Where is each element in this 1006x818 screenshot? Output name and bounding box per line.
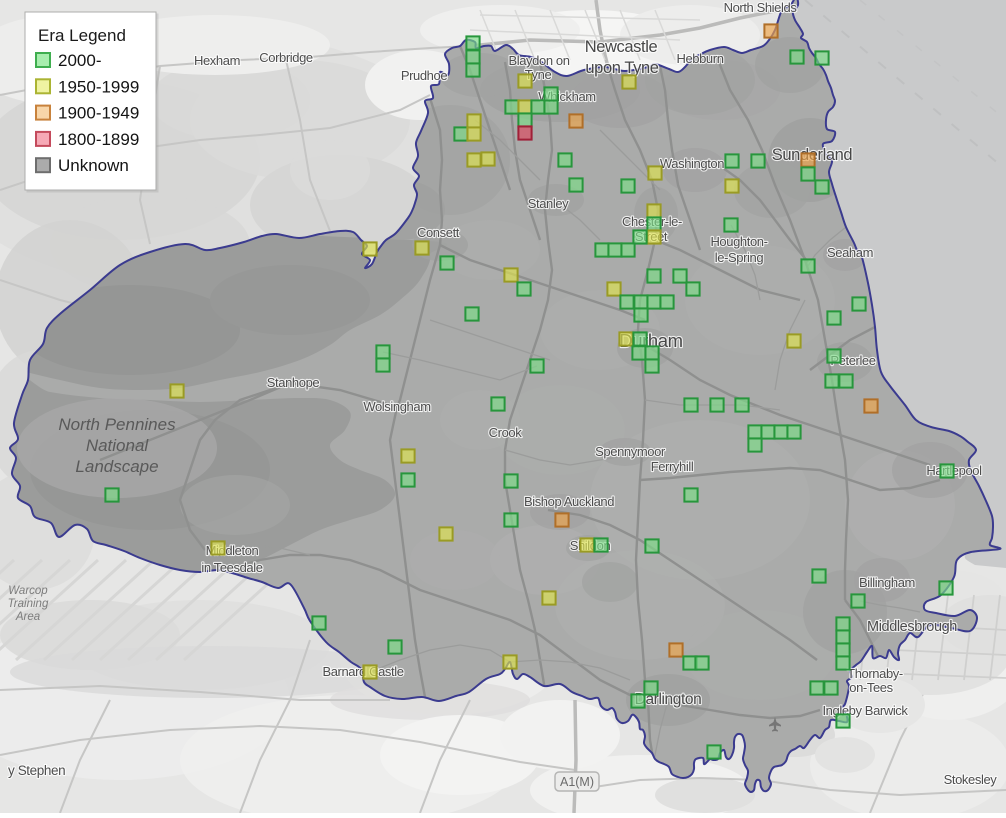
svg-text:y Stephen: y Stephen bbox=[8, 763, 65, 778]
svg-text:on-Tees: on-Tees bbox=[849, 680, 893, 695]
svg-text:le-Spring: le-Spring bbox=[715, 250, 764, 265]
svg-text:Unknown: Unknown bbox=[58, 156, 129, 175]
svg-text:Era Legend: Era Legend bbox=[38, 26, 126, 45]
svg-text:A1(M): A1(M) bbox=[560, 775, 594, 789]
svg-text:Area: Area bbox=[15, 611, 40, 623]
svg-text:Stanley: Stanley bbox=[528, 196, 569, 211]
svg-text:Spennymoor: Spennymoor bbox=[595, 444, 666, 459]
svg-text:Stanhope: Stanhope bbox=[267, 375, 320, 390]
svg-text:North Pennines: North Pennines bbox=[58, 415, 176, 434]
svg-text:1950-1999: 1950-1999 bbox=[58, 77, 139, 96]
svg-text:Middlesbrough: Middlesbrough bbox=[867, 619, 957, 635]
svg-text:Blaydon on: Blaydon on bbox=[508, 53, 569, 68]
svg-text:in Teesdale: in Teesdale bbox=[201, 560, 262, 575]
svg-text:Corbridge: Corbridge bbox=[259, 50, 313, 65]
svg-text:Washington: Washington bbox=[660, 156, 724, 171]
svg-text:Ferryhill: Ferryhill bbox=[651, 459, 694, 474]
svg-text:North Shields: North Shields bbox=[724, 0, 798, 15]
svg-text:Landscape: Landscape bbox=[75, 457, 158, 476]
svg-text:Hexham: Hexham bbox=[194, 53, 240, 68]
svg-text:1800-1899: 1800-1899 bbox=[58, 130, 139, 149]
svg-text:Newcastle: Newcastle bbox=[585, 38, 658, 56]
svg-text:upon Tyne: upon Tyne bbox=[585, 59, 658, 77]
svg-text:2000-: 2000- bbox=[58, 51, 101, 70]
svg-text:Prudhoe: Prudhoe bbox=[401, 68, 448, 83]
svg-text:Consett: Consett bbox=[417, 225, 460, 240]
svg-text:1900-1949: 1900-1949 bbox=[58, 104, 139, 123]
svg-text:Houghton-: Houghton- bbox=[710, 234, 767, 249]
svg-text:Seaham: Seaham bbox=[827, 245, 873, 260]
svg-text:Bishop Auckland: Bishop Auckland bbox=[524, 494, 614, 509]
svg-text:Stokesley: Stokesley bbox=[944, 772, 998, 787]
svg-text:Hebburn: Hebburn bbox=[676, 51, 723, 66]
svg-text:Ingleby Barwick: Ingleby Barwick bbox=[822, 703, 908, 718]
svg-text:Training: Training bbox=[8, 598, 49, 610]
svg-text:Crook: Crook bbox=[489, 425, 523, 440]
svg-text:Billingham: Billingham bbox=[859, 575, 915, 590]
svg-text:Warcop: Warcop bbox=[8, 585, 48, 597]
svg-text:National: National bbox=[86, 436, 150, 455]
svg-text:Thornaby-: Thornaby- bbox=[847, 666, 903, 681]
svg-text:Wolsingham: Wolsingham bbox=[363, 399, 430, 414]
